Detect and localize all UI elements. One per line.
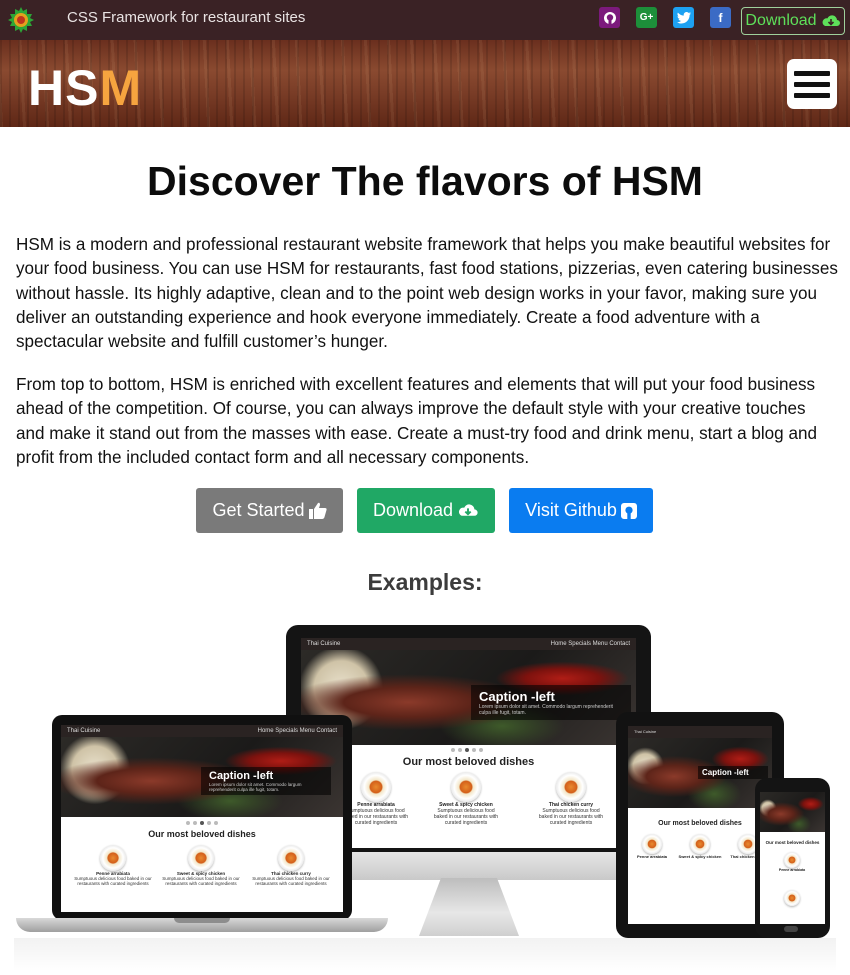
- site-header: HSM: [0, 40, 850, 127]
- brand-part-1: HS: [28, 60, 100, 116]
- mock-hero-image: Caption -left: [628, 738, 772, 808]
- mock-navbar: Thai Cuisine Home Specials Menu Contact: [301, 638, 636, 650]
- phone-mockup: Our most beloved dishes Penne arrabiata: [755, 778, 830, 938]
- mock-section-title: Our most beloved dishes: [658, 820, 742, 827]
- mock-hero-image: Caption -left Lorem ipsum dolor sit amet…: [61, 737, 343, 817]
- mock-caption: Caption -left Lorem ipsum dolor sit amet…: [471, 685, 631, 720]
- mock-caption: Caption -left Lorem ipsum dolor sit amet…: [201, 767, 331, 795]
- responsive-devices-mockup: Thai Cuisine Home Specials Menu Contact …: [14, 620, 836, 972]
- get-started-label: Get Started: [212, 500, 305, 520]
- brand-part-2: M: [99, 60, 143, 116]
- hamburger-menu-icon[interactable]: [787, 59, 837, 109]
- get-started-button[interactable]: Get Started: [196, 488, 343, 533]
- mock-dish: Penne arrabiata Sumptuous delicious food…: [73, 845, 153, 886]
- logo-icon[interactable]: [6, 5, 36, 35]
- mock-dish: Thai chicken curry Sumptuous delicious f…: [536, 772, 606, 826]
- mock-dish: Sweet & spicy chicken Sumptuous deliciou…: [431, 772, 501, 826]
- phone-home-button: [784, 926, 798, 932]
- intro-paragraph: HSM is a modern and professional restaur…: [16, 235, 838, 352]
- page-title: Discover The flavors of HSM: [147, 158, 703, 204]
- download-top-label: Download: [745, 12, 817, 29]
- top-bar: CSS Framework for restaurant sites G+ f …: [0, 0, 850, 40]
- twitter-icon[interactable]: [673, 7, 694, 28]
- mock-dish: Sweet & spicy chicken Sumptuous deliciou…: [161, 845, 241, 886]
- carousel-dots: [186, 821, 218, 825]
- mock-dish: [772, 890, 812, 906]
- mock-section-title: Our most beloved dishes: [765, 840, 820, 845]
- laptop-notch: [174, 918, 230, 923]
- thumbs-up-icon: [308, 502, 327, 519]
- facebook-icon[interactable]: f: [710, 7, 731, 28]
- mock-dish: Penne arrabiata: [772, 852, 812, 872]
- mockup-reflection: [14, 938, 836, 972]
- download-top-button[interactable]: Download: [741, 7, 845, 35]
- github-icon[interactable]: [599, 7, 620, 28]
- features-paragraph: From top to bottom, HSM is enriched with…: [16, 375, 817, 467]
- phone-screen: Our most beloved dishes Penne arrabiata: [760, 792, 825, 924]
- cloud-download-icon: [822, 14, 840, 26]
- mock-dish: Sweet & spicy chicken: [678, 834, 722, 859]
- mock-section-title: Our most beloved dishes: [148, 829, 256, 839]
- laptop-screen: Thai Cuisine Home Specials Menu Contact …: [61, 725, 343, 912]
- mock-caption: Caption -left: [698, 766, 768, 779]
- desktop-stand: [419, 878, 519, 936]
- cloud-download-icon: [458, 503, 478, 516]
- visit-github-label: Visit Github: [525, 500, 617, 520]
- visit-github-button[interactable]: Visit Github: [509, 488, 653, 533]
- mock-dish: Thai chicken curry Sumptuous delicious f…: [251, 845, 331, 886]
- download-label: Download: [372, 500, 454, 520]
- site-tagline: CSS Framework for restaurant sites: [67, 9, 306, 26]
- github-icon: [620, 502, 637, 519]
- mock-dish: Penne arrabiata: [630, 834, 674, 859]
- google-plus-icon[interactable]: G+: [636, 7, 657, 28]
- carousel-dots: [451, 748, 483, 752]
- mock-navbar: Thai Cuisine Home Specials Menu Contact: [61, 725, 343, 737]
- tablet-screen: Thai Cuisine Caption -left Our most belo…: [628, 726, 772, 924]
- brand-logo[interactable]: HSM: [28, 60, 142, 116]
- mock-navbar: Thai Cuisine: [628, 726, 772, 738]
- laptop-mockup: Thai Cuisine Home Specials Menu Contact …: [52, 715, 352, 920]
- download-button[interactable]: Download: [357, 488, 495, 533]
- examples-heading: Examples:: [367, 569, 483, 595]
- mock-hero-image: [760, 792, 825, 832]
